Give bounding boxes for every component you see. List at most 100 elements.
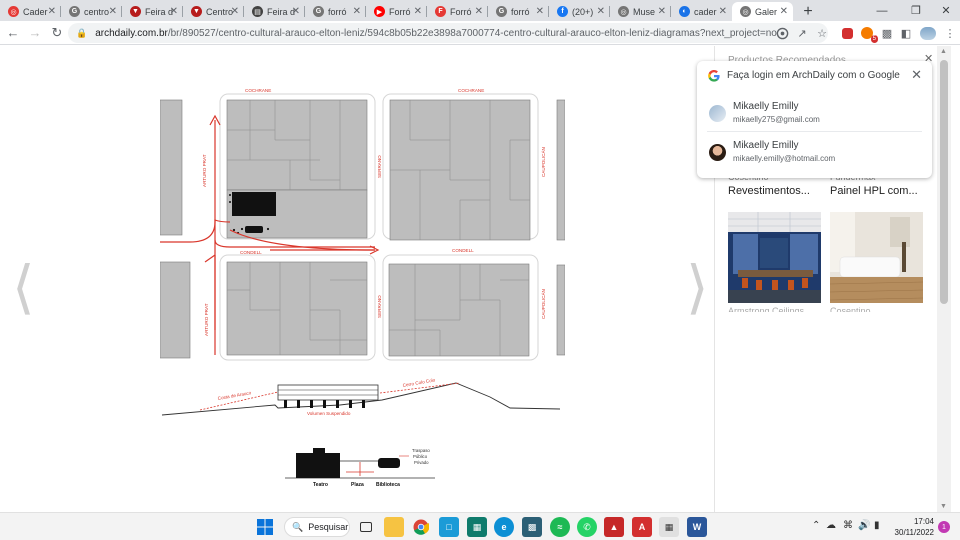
tab-close-icon[interactable]: ✕	[597, 6, 605, 17]
tab-close-icon[interactable]: ✕	[414, 6, 422, 17]
side-panel-icon[interactable]: ◧	[896, 23, 916, 43]
calculator-icon[interactable]: ▦	[659, 517, 679, 537]
tab-favicon-icon: ◎	[618, 6, 629, 17]
system-clock[interactable]: 17:04 30/11/2022	[890, 516, 934, 538]
clock-time: 17:04	[913, 517, 934, 526]
tab-close-icon[interactable]: ✕	[536, 6, 544, 17]
browser-tab[interactable]: Gcentro ✕	[61, 2, 122, 21]
spotify-icon[interactable]: ≈	[550, 517, 570, 537]
app-teal-icon[interactable]: ▦	[467, 517, 487, 537]
browser-tab[interactable]: f (20+) ✕	[549, 2, 610, 21]
google-popup-title: Faça login em ArchDaily com o Google	[727, 70, 900, 81]
tab-favicon-icon: G	[69, 6, 80, 17]
taskbar-search[interactable]: 🔍 Pesquisar	[284, 517, 350, 537]
tab-close-icon[interactable]: ✕	[292, 6, 300, 17]
product-name[interactable]: Painel HPL com...	[830, 185, 923, 197]
minimize-button[interactable]: —	[867, 0, 897, 21]
windows-start-icon[interactable]	[255, 517, 275, 537]
whatsapp-icon[interactable]: ✆	[577, 517, 597, 537]
browser-tab[interactable]: ◎ Muse ✕	[610, 2, 671, 21]
file-explorer-icon[interactable]	[384, 517, 404, 537]
wifi-icon[interactable]: ⌘	[843, 520, 853, 531]
gallery-next-icon[interactable]: ⟩	[686, 258, 709, 316]
browser-tab[interactable]: ▼ Centro ✕	[183, 2, 244, 21]
scrollbar-thumb[interactable]	[940, 60, 948, 304]
back-icon[interactable]: ←	[2, 22, 24, 44]
extension-red-icon[interactable]	[837, 23, 857, 43]
tab-close-icon[interactable]: ✕	[658, 6, 666, 17]
tab-favicon-icon: ◐	[679, 6, 690, 17]
tab-favicon-icon: ▶	[374, 6, 385, 17]
tab-favicon-icon: f	[557, 6, 568, 17]
google-account-option[interactable]: Mikaelly Emilly mikaelly.emilly@hotmail.…	[707, 138, 922, 174]
app-red-icon[interactable]: ▲	[604, 517, 624, 537]
product-thumbnail[interactable]	[830, 212, 923, 303]
browser-tab[interactable]: ◎ Galer ✕	[732, 2, 793, 21]
tab-close-icon[interactable]: ✕	[475, 6, 483, 17]
gallery-prev-icon[interactable]: ⟨	[12, 258, 35, 316]
browser-tab[interactable]: ▤ Feira d ✕	[244, 2, 305, 21]
reload-icon[interactable]: ↻	[46, 22, 68, 44]
tab-favicon-icon: F	[435, 6, 446, 17]
browser-tab[interactable]: ◎ Cader ✕	[0, 2, 61, 21]
account-name: Mikaelly Emilly	[733, 140, 799, 151]
browser-tab[interactable]: ▶ Forró ✕	[366, 2, 427, 21]
bookmark-star-icon[interactable]: ☆	[812, 23, 832, 43]
tab-close-icon[interactable]: ✕	[109, 6, 117, 17]
new-tab-button[interactable]: +	[797, 2, 819, 21]
tab-close-icon[interactable]: ✕	[170, 6, 178, 17]
google-account-option[interactable]: Mikaelly Emilly mikaelly275@gmail.com	[707, 99, 922, 135]
product-name[interactable]: Revestimentos...	[728, 185, 821, 197]
maximize-button[interactable]: ❐	[901, 0, 931, 21]
label-privado: Privado	[414, 460, 429, 465]
word-icon[interactable]: W	[687, 517, 707, 537]
browser-tab[interactable]: F Forró ✕	[427, 2, 488, 21]
browser-tab[interactable]: ◐ cader ✕	[671, 2, 732, 21]
tab-close-icon[interactable]: ✕	[48, 6, 56, 17]
task-view-icon[interactable]	[356, 517, 376, 537]
browser-tab[interactable]: Gforró ✕	[305, 2, 366, 21]
tab-close-icon[interactable]: ✕	[231, 6, 239, 17]
browser-tab[interactable]: Gforró ✕	[488, 2, 549, 21]
windows-taskbar: 🔍 Pesquisar □ ▦ e ▩ ≈ ✆ ▲ A ▦ W ⌃ ☁ ⌘ 🔊 …	[0, 512, 960, 540]
menu-kebab-icon[interactable]: ⋮	[940, 23, 960, 43]
extension-honey-icon[interactable]: 5	[857, 23, 878, 43]
chrome-icon[interactable]	[411, 517, 431, 537]
volume-icon[interactable]: 🔊	[858, 520, 870, 531]
street-cochrane-2: COCHRANE	[458, 88, 484, 93]
window-close-button[interactable]: ✕	[931, 0, 960, 21]
tab-favicon-icon: ▤	[252, 6, 263, 17]
app-dark-teal-icon[interactable]: ▩	[522, 517, 542, 537]
page-scrollbar[interactable]: ▲ ▼	[937, 46, 951, 512]
address-bar[interactable]: 🔒 archdaily.com.br/br/890527/centro-cult…	[68, 23, 828, 43]
google-popup-close-icon[interactable]: ✕	[911, 67, 922, 83]
tab-close-icon[interactable]: ✕	[780, 6, 788, 17]
acrobat-icon[interactable]: A	[632, 517, 652, 537]
product-thumbnail[interactable]	[728, 212, 821, 303]
url-path: /br/890527/centro-cultural-arauco-elton-…	[167, 27, 777, 39]
label-teatro: Teatro	[313, 482, 328, 488]
store-icon[interactable]: □	[439, 517, 459, 537]
scroll-up-icon[interactable]: ▲	[940, 48, 947, 55]
profile-avatar[interactable]	[917, 23, 939, 43]
browser-tab[interactable]: ▼ Feira d ✕	[122, 2, 183, 21]
google-signin-popup: Faça login em ArchDaily com o Google ✕ M…	[697, 61, 932, 178]
tray-chevron-icon[interactable]: ⌃	[812, 520, 820, 531]
edge-icon[interactable]: e	[494, 517, 514, 537]
notification-badge[interactable]: 1	[938, 521, 950, 533]
share-icon[interactable]: ↗	[792, 23, 812, 43]
lock-icon[interactable]: 🔒	[76, 28, 87, 39]
forward-icon[interactable]: →	[24, 22, 46, 44]
street-serrano-1: SERRANO	[377, 155, 382, 178]
onedrive-icon[interactable]: ☁	[826, 520, 836, 531]
google-lens-icon[interactable]	[772, 23, 792, 43]
tab-close-icon[interactable]: ✕	[353, 6, 361, 17]
extensions-puzzle-icon[interactable]: ▩	[877, 23, 897, 43]
scroll-down-icon[interactable]: ▼	[940, 503, 947, 510]
street-condell-2: CONDELL	[452, 248, 474, 253]
tab-favicon-icon: ▼	[130, 6, 141, 17]
tab-close-icon[interactable]: ✕	[719, 6, 727, 17]
battery-icon[interactable]: ▮	[874, 520, 880, 531]
account-divider	[707, 131, 922, 132]
account-email: mikaelly.emilly@hotmail.com	[733, 154, 836, 163]
